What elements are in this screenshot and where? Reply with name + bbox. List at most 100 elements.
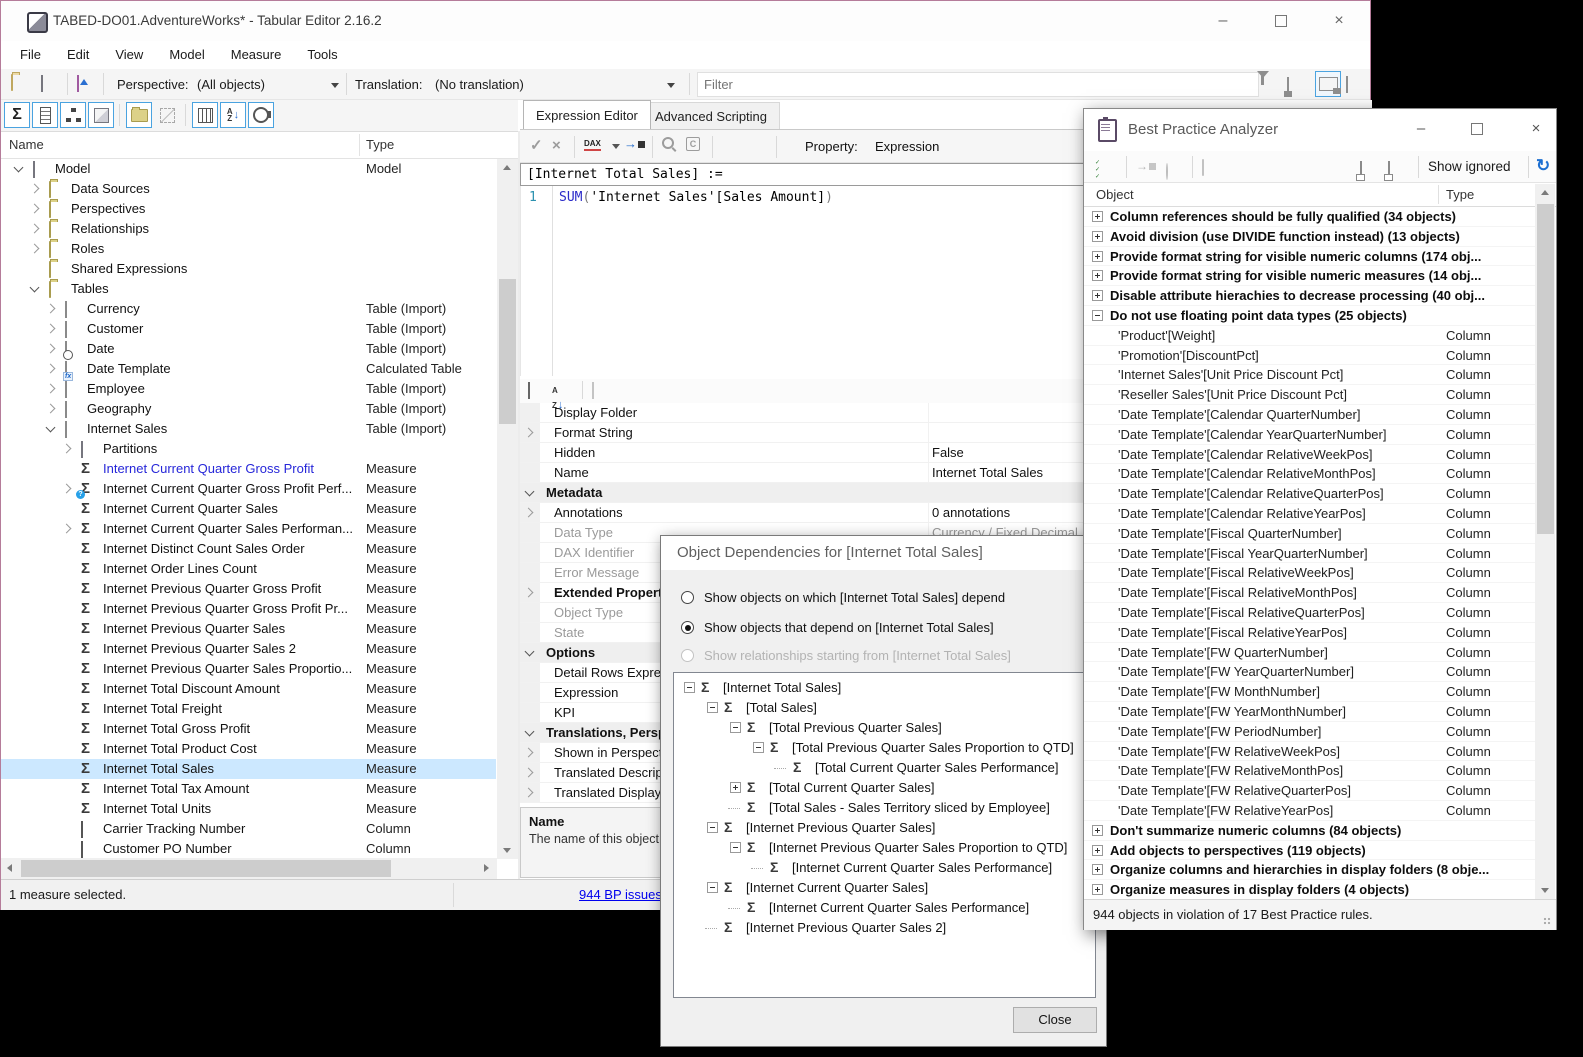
close-button[interactable]: × <box>1316 5 1362 37</box>
tree-row-geography[interactable]: Geography Table (Import) <box>1 399 496 419</box>
scrollbar-thumb[interactable] <box>1537 204 1554 534</box>
bpa-violation-row[interactable]: 'Date Template'[FW RelativeMonthPos] Colu… <box>1084 761 1536 782</box>
chevron-right-icon[interactable] <box>45 343 56 354</box>
tree-row-data-sources[interactable]: Data Sources <box>1 179 496 199</box>
maximize-button[interactable] <box>1462 115 1492 143</box>
filter-input[interactable] <box>697 72 1259 97</box>
expand-plus-icon[interactable] <box>1092 824 1103 836</box>
tree-row-internet-total-sales[interactable]: Σ Internet Total Sales Measure <box>1 759 496 779</box>
toggle-alphabetical-sort-button[interactable]: A Z ↓ <box>220 102 246 128</box>
bpa-violation-row[interactable]: 'Date Template'[Fiscal RelativeQuarterPo… <box>1084 603 1536 623</box>
dependency-node[interactable]: Σ [Total Current Quarter Sales] <box>674 778 1095 798</box>
bpa-violation-row[interactable]: 'Date Template'[Calendar YearQuarterNumb… <box>1084 425 1536 445</box>
property-value[interactable]: Internet Total Sales <box>932 463 1043 482</box>
chevron-right-icon[interactable] <box>61 523 72 534</box>
bpa-violation-row[interactable]: 'Date Template'[FW RelativeQuarterPos] Co… <box>1084 781 1536 801</box>
bpa-violation-row[interactable]: 'Date Template'[Fiscal RelativeYearPos] C… <box>1084 623 1536 643</box>
dependency-node[interactable]: Σ [Total Sales - Sales Territory sliced b… <box>674 798 1095 818</box>
bpa-violation-row[interactable]: 'Date Template'[Calendar QuarterNumber] C… <box>1084 405 1536 425</box>
tree-row-internet-total-tax-amount[interactable]: Σ Internet Total Tax Amount Measure <box>1 779 496 799</box>
chevron-right-icon[interactable] <box>29 203 40 214</box>
chevron-right-icon[interactable] <box>29 223 40 234</box>
tree-row-currency[interactable]: Currency Table (Import) <box>1 299 496 319</box>
tree-vertical-scrollbar[interactable] <box>497 159 518 859</box>
chevron-right-icon[interactable] <box>29 183 40 194</box>
radio-label[interactable]: Show objects that depend on [Internet To… <box>704 620 994 636</box>
layout-split-active-icon[interactable] <box>1315 71 1341 97</box>
refresh-icon[interactable]: ↻ <box>1536 157 1550 174</box>
collapse-minus-icon[interactable] <box>730 842 741 853</box>
dependency-node[interactable]: Σ [Total Current Quarter Sales Performanc… <box>674 758 1095 778</box>
tree-row-date[interactable]: Date Table (Import) <box>1 339 496 360</box>
expand-plus-icon[interactable] <box>1092 290 1103 302</box>
tree-row-internet-previous-quarter-sales-proportio[interactable]: Σ Internet Previous Quarter Sales Proport… <box>1 659 496 679</box>
tree-row-employee[interactable]: Employee Table (Import) <box>1 379 496 399</box>
tree-row-shared-expressions[interactable]: Shared Expressions <box>1 259 496 279</box>
collapse-all-icon[interactable] <box>1388 161 1390 178</box>
tree-row-partitions[interactable]: Partitions <box>1 439 496 459</box>
bpa-violation-row[interactable]: 'Date Template'[FW QuarterNumber] Column <box>1084 643 1536 663</box>
toggle-display-folders-button[interactable] <box>126 102 152 128</box>
filter-funnel-icon[interactable] <box>1257 71 1269 93</box>
expand-plus-icon[interactable] <box>1092 844 1103 856</box>
bpa-violation-row[interactable]: 'Internet Sales'[Unit Price Discount Pct… <box>1084 365 1536 386</box>
tree-column-name[interactable]: Name <box>9 132 44 158</box>
menu-edit[interactable]: Edit <box>54 41 102 69</box>
chevron-down-icon[interactable] <box>29 282 40 293</box>
tree-row-internet-current-quarter-gross-profit-perf[interactable]: Σ Internet Current Quarter Gross Profit P… <box>1 479 496 499</box>
dependency-node[interactable]: Σ [Internet Previous Quarter Sales] <box>674 818 1095 838</box>
tree-row-customer[interactable]: Customer Table (Import) <box>1 319 496 339</box>
cancel-edit-icon[interactable]: × <box>552 137 561 155</box>
column-divider[interactable] <box>1438 185 1439 204</box>
tree-row-customer-po-number[interactable]: Customer PO Number Column <box>1 839 496 859</box>
perspective-combobox[interactable]: (All objects) <box>197 69 265 100</box>
scroll-down-icon[interactable] <box>503 848 511 853</box>
tree-row-internet-previous-quarter-gross-profit-pr[interactable]: Σ Internet Previous Quarter Gross Profit … <box>1 599 496 619</box>
tree-row-relationships[interactable]: Relationships <box>1 219 496 239</box>
menu-measure[interactable]: Measure <box>218 41 295 69</box>
column-divider[interactable] <box>359 134 360 156</box>
scroll-down-icon[interactable] <box>1541 888 1549 893</box>
expand-plus-icon[interactable] <box>1092 230 1103 242</box>
bpa-violation-row[interactable]: 'Date Template'[Calendar RelativeYearPos… <box>1084 504 1536 524</box>
chevron-right-icon[interactable] <box>29 243 40 254</box>
dax-formatter-icon[interactable]: DAX <box>584 139 601 151</box>
minimize-button[interactable]: – <box>1200 5 1246 37</box>
resize-grip[interactable] <box>1543 917 1553 927</box>
expand-plus-icon[interactable] <box>1092 250 1103 262</box>
menu-tools[interactable]: Tools <box>294 41 350 69</box>
bpa-violation-row[interactable]: 'Date Template'[Calendar RelativeWeekPos… <box>1084 445 1536 465</box>
close-button[interactable]: × <box>1521 115 1551 143</box>
bpa-column-object[interactable]: Object <box>1096 183 1134 206</box>
bp-issues-link[interactable]: 944 BP issues <box>579 880 662 910</box>
bpa-violation-row[interactable]: 'Date Template'[FW YearMonthNumber] Colum… <box>1084 702 1536 722</box>
dependency-node[interactable]: Σ [Internet Current Quarter Sales] <box>674 878 1095 898</box>
property-selector[interactable]: Expression <box>875 130 939 163</box>
bpa-violation-row[interactable]: 'Date Template'[FW MonthNumber] Column <box>1084 682 1536 702</box>
chevron-down-icon[interactable] <box>524 726 535 737</box>
chevron-down-icon[interactable] <box>524 486 535 497</box>
bpa-violation-row[interactable]: 'Date Template'[Calendar RelativeQuarter… <box>1084 484 1536 504</box>
scrollbar-thumb[interactable] <box>21 860 391 877</box>
tree-row-internet-sales[interactable]: Internet Sales Table (Import) <box>1 419 496 439</box>
scroll-right-icon[interactable] <box>484 864 489 872</box>
translation-combobox[interactable]: (No translation) <box>435 69 524 100</box>
dependency-node[interactable]: Σ [Total Previous Quarter Sales Proportio… <box>674 738 1095 758</box>
toggle-metadata-columns-button[interactable] <box>192 102 218 128</box>
code-line[interactable]: SUM('Internet Sales'[Sales Amount]) <box>559 190 833 205</box>
toggle-partitions-button[interactable] <box>88 102 114 128</box>
dependency-node[interactable]: Σ [Internet Current Quarter Sales Perform… <box>674 898 1095 918</box>
tree-row-internet-current-quarter-gross-profit[interactable]: Σ Internet Current Quarter Gross Profit Me… <box>1 459 496 479</box>
expand-plus-icon[interactable] <box>1092 270 1103 282</box>
collapse-minus-icon[interactable] <box>730 722 741 733</box>
bpa-violation-row[interactable]: 'Product'[Weight] Column <box>1084 326 1536 346</box>
bpa-rule-row[interactable]: Provide format string for visible numeri… <box>1084 247 1536 267</box>
bpa-rule-row[interactable]: Add objects to perspectives (119 objects… <box>1084 841 1536 861</box>
tree-row-carrier-tracking-number[interactable]: Carrier Tracking Number Column <box>1 819 496 839</box>
toggle-hidden-objects-button[interactable] <box>154 102 180 128</box>
toggle-hierarchies-button[interactable] <box>60 102 86 128</box>
bpa-violation-row[interactable]: 'Date Template'[FW RelativeYearPos] Colum… <box>1084 801 1536 821</box>
bpa-violation-row[interactable]: 'Date Template'[Fiscal RelativeWeekPos] C… <box>1084 563 1536 584</box>
deploy-icon[interactable] <box>77 75 79 92</box>
chevron-right-icon[interactable] <box>45 383 56 394</box>
